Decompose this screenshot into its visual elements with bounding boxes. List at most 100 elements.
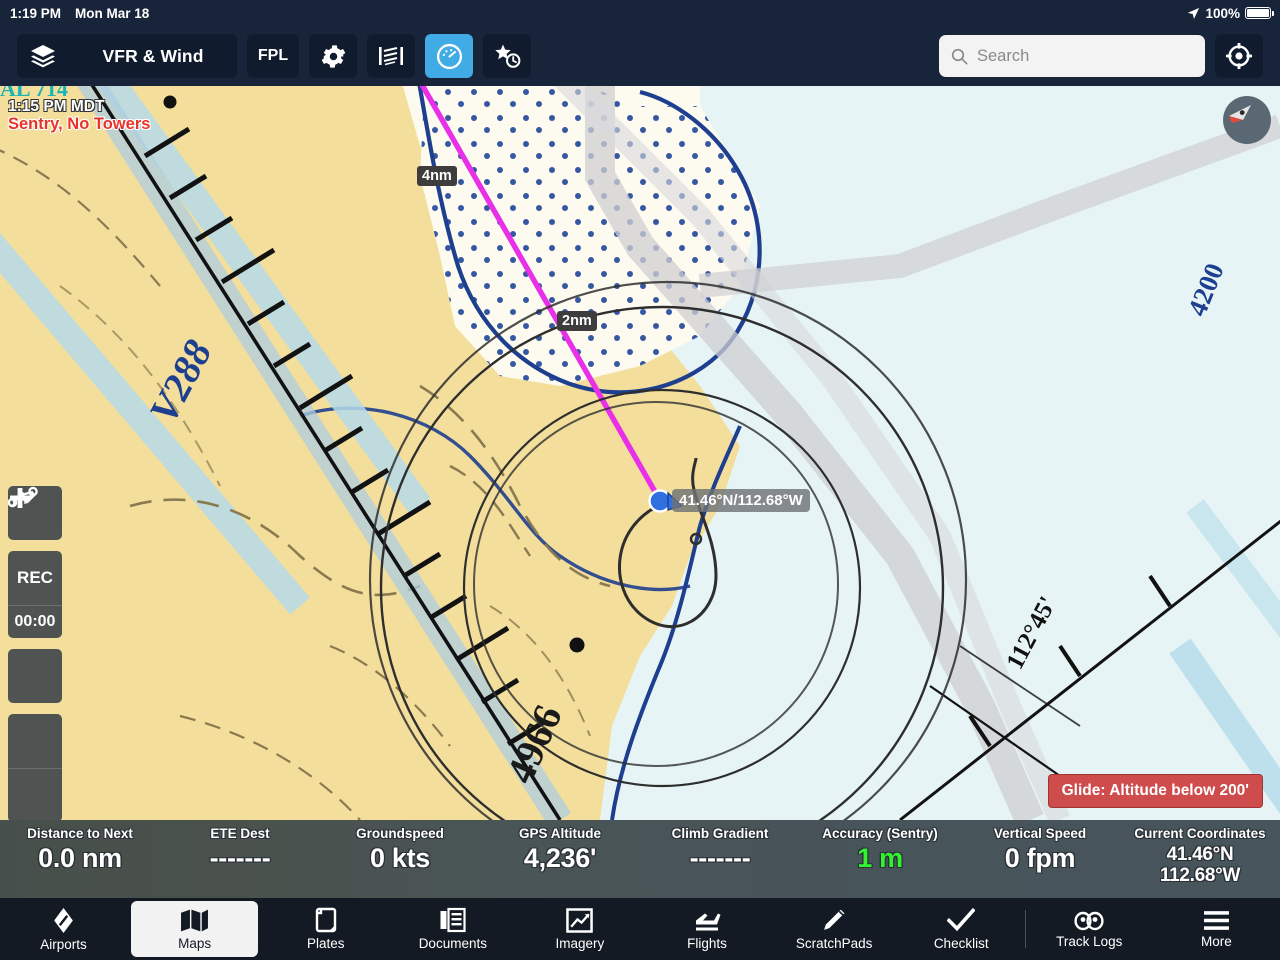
- center-on-location-button[interactable]: [1215, 34, 1263, 78]
- status-date: Mon Mar 18: [75, 5, 150, 21]
- tab-label: Plates: [306, 936, 345, 951]
- instrument-value: 0 fpm: [1004, 843, 1076, 873]
- instrument-vertical-speed[interactable]: Vertical Speed 0 fpm: [960, 820, 1120, 898]
- vertical-profile-button[interactable]: [367, 34, 415, 78]
- map-tool-stack: REC 00:00: [8, 486, 62, 820]
- flight-plan-button[interactable]: FPL: [247, 34, 299, 78]
- layers-label: VFR & Wind: [102, 45, 204, 66]
- location-arrow-icon: [1187, 7, 1200, 20]
- instrument-ete-dest[interactable]: ETE Dest -------: [160, 820, 320, 898]
- tab-scratchpads[interactable]: ScratchPads: [771, 898, 898, 960]
- tab-imagery[interactable]: Imagery: [516, 898, 643, 960]
- instrument-caption: ETE Dest: [210, 826, 270, 841]
- instrument-value: -------: [209, 843, 271, 873]
- instrument-value: 0.0 nm: [38, 843, 122, 873]
- route-tool[interactable]: [8, 486, 62, 703]
- foreflight-app: 1:19 PM Mon Mar 18 100% VFR & Wind FPL S…: [0, 0, 1280, 960]
- instrument-value: 4,236': [523, 843, 597, 873]
- main-tab-bar: Airports Maps Plates Documents Imagery F…: [0, 898, 1280, 960]
- instrument-climb-gradient[interactable]: Climb Gradient -------: [640, 820, 800, 898]
- map-toolbar: VFR & Wind FPL: [0, 26, 1280, 86]
- track-logs-icon: [1074, 910, 1104, 931]
- tab-label: Documents: [418, 936, 487, 951]
- instrument-value: 0 kts: [369, 843, 431, 873]
- search-field-wrapper[interactable]: [939, 35, 1205, 77]
- tab-documents[interactable]: Documents: [389, 898, 516, 960]
- tab-label: ScratchPads: [795, 935, 873, 951]
- tab-more[interactable]: More: [1153, 898, 1280, 960]
- search-input[interactable]: [977, 46, 1193, 66]
- search-icon: [951, 48, 968, 65]
- crosshair-target-icon: [1226, 43, 1252, 69]
- checkmark-icon: [947, 907, 976, 933]
- hamburger-icon: [1203, 910, 1230, 931]
- record-timer: 00:00: [8, 605, 62, 638]
- zoom-in-tool[interactable]: [8, 488, 62, 768]
- instrument-panel: Distance to Next 0.0 nm ETE Dest -------…: [0, 820, 1280, 898]
- favorites-recents-button[interactable]: [483, 34, 531, 78]
- instrument-caption: Vertical Speed: [993, 826, 1087, 841]
- vertical-profile-icon: [378, 44, 404, 68]
- battery-full-icon: [1245, 7, 1275, 19]
- instrument-gps-altitude[interactable]: GPS Altitude 4,236': [480, 820, 640, 898]
- folded-map-icon: [180, 908, 209, 933]
- instrument-caption: Distance to Next: [27, 826, 133, 841]
- sentry-status-label: Sentry, No Towers: [8, 115, 151, 134]
- ios-status-bar: 1:19 PM Mon Mar 18 100%: [0, 0, 1280, 26]
- sectional-map-canvas[interactable]: V288 4966 4200 112°45' AL 714 1:15 PM MD…: [0, 86, 1280, 820]
- tab-checklist[interactable]: Checklist: [898, 898, 1025, 960]
- airplane-takeoff-icon: [692, 908, 722, 933]
- settings-button[interactable]: [309, 34, 357, 78]
- tab-label: Flights: [687, 935, 727, 951]
- tab-airports[interactable]: Airports: [0, 898, 127, 960]
- sentry-time-label: 1:15 PM MDT: [8, 98, 105, 115]
- layers-icon: [17, 44, 69, 68]
- tab-label: Maps: [178, 935, 212, 951]
- instrument-accuracy-sentry[interactable]: Accuracy (Sentry) 1 m: [800, 820, 960, 898]
- instrument-caption: Climb Gradient: [671, 826, 769, 841]
- record-track-tool[interactable]: REC: [8, 551, 62, 605]
- tab-label: More: [1201, 933, 1232, 949]
- tab-label: Imagery: [555, 935, 605, 951]
- north-arrow-compass-icon[interactable]: [1223, 96, 1271, 144]
- zoom-out-tool[interactable]: [8, 495, 62, 820]
- ownship-coordinate-label: 41.46°N/112.68°W: [672, 489, 810, 512]
- instrument-caption: GPS Altitude: [518, 826, 601, 841]
- tab-label: Airports: [40, 936, 87, 952]
- record-tool-group: REC 00:00: [8, 551, 62, 638]
- instrument-panel-button[interactable]: [425, 34, 473, 78]
- route-tool-group: [8, 486, 62, 703]
- tab-label: Track Logs: [1056, 933, 1123, 949]
- instrument-current-coordinates[interactable]: Current Coordinates 41.46°N 112.68°W: [1120, 820, 1280, 898]
- instrument-value: -------: [689, 843, 751, 873]
- status-time: 1:19 PM: [10, 5, 62, 21]
- instrument-caption: Current Coordinates: [1134, 826, 1266, 841]
- instrument-groundspeed[interactable]: Groundspeed 0 kts: [320, 820, 480, 898]
- range-ring-label-4nm: 4nm: [417, 166, 457, 186]
- range-ring-label-2nm: 2nm: [557, 311, 597, 331]
- map-layers-button[interactable]: VFR & Wind: [17, 34, 237, 78]
- tab-plates[interactable]: Plates: [262, 898, 389, 960]
- instrument-distance-to-next[interactable]: Distance to Next 0.0 nm: [0, 820, 160, 898]
- tab-track-logs[interactable]: Track Logs: [1026, 898, 1153, 960]
- star-clock-icon: [493, 43, 521, 69]
- zoom-tool-group: [8, 488, 62, 820]
- gear-icon: [321, 44, 346, 69]
- battery-percent: 100%: [1205, 5, 1240, 21]
- gauge-icon: [436, 43, 463, 70]
- tab-maps[interactable]: Maps: [131, 901, 259, 957]
- vor-compass-rose-icon: [50, 907, 77, 934]
- pencil-icon: [821, 908, 848, 933]
- instrument-caption: Accuracy (Sentry): [822, 826, 938, 841]
- instrument-value: 41.46°N 112.68°W: [1159, 844, 1241, 887]
- documents-icon: [439, 907, 466, 933]
- tab-flights[interactable]: Flights: [643, 898, 770, 960]
- imagery-chart-icon: [566, 907, 594, 933]
- instrument-value: 1 m: [857, 843, 903, 873]
- glide-warning-badge: Glide: Altitude below 200': [1047, 774, 1263, 808]
- plate-page-icon: [314, 907, 338, 933]
- tab-label: Checklist: [933, 935, 989, 951]
- instrument-caption: Groundspeed: [356, 826, 444, 841]
- sentry-status-overlay: 1:15 PM MDT Sentry, No Towers: [8, 98, 150, 134]
- map-chart-graphics: V288 4966 4200 112°45' AL 714: [0, 86, 1280, 820]
